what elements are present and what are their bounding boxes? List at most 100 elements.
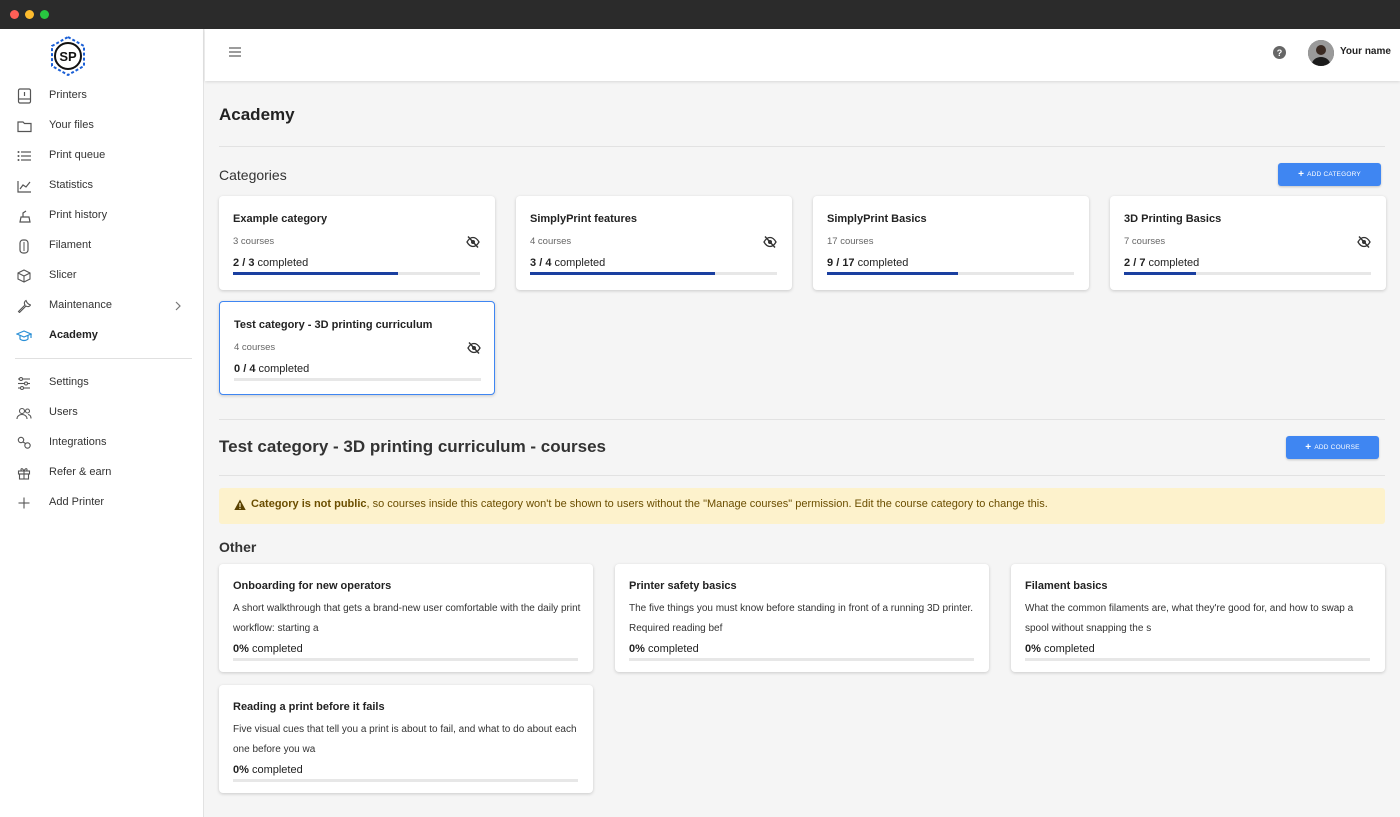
sidebar-item-filament[interactable]: Filament — [0, 231, 203, 261]
window-close-button[interactable] — [10, 10, 19, 19]
category-card[interactable]: SimplyPrint features 4 courses 3 / 4 com… — [516, 196, 792, 290]
progress-bar — [1025, 658, 1370, 661]
category-card-selected[interactable]: Test category - 3D printing curriculum 4… — [219, 301, 495, 395]
category-title: 3D Printing Basics — [1124, 213, 1222, 225]
plus-icon — [16, 495, 32, 511]
sidebar-item-academy[interactable]: Academy — [0, 321, 203, 351]
course-group-title: Other — [219, 539, 257, 555]
sidebar-divider — [15, 358, 192, 359]
menu-icon[interactable] — [228, 45, 242, 59]
chevron-right-icon — [175, 301, 181, 311]
category-title: SimplyPrint Basics — [827, 213, 927, 225]
sidebar-item-label: Refer & earn — [49, 466, 112, 478]
graduation-cap-icon — [16, 328, 32, 344]
course-progress-text: 0% completed — [1025, 643, 1095, 655]
category-progress-text: 3 / 4 completed — [530, 257, 606, 269]
sidebar-item-settings[interactable]: Settings — [0, 368, 203, 398]
eye-off-icon[interactable] — [763, 235, 777, 249]
progress-fill — [1124, 272, 1196, 275]
progress-bar — [827, 272, 1074, 275]
add-course-button[interactable]: + ADD COURSE — [1286, 436, 1379, 459]
category-card[interactable]: SimplyPrint Basics 17 courses 9 / 17 com… — [813, 196, 1089, 290]
sidebar-item-printers[interactable]: Printers — [0, 81, 203, 111]
sidebar-item-refer-earn[interactable]: Refer & earn — [0, 458, 203, 488]
top-bar: ? Your name — [205, 29, 1400, 81]
progress-bar — [530, 272, 777, 275]
sidebar-item-users[interactable]: Users — [0, 398, 203, 428]
eye-off-icon[interactable] — [467, 341, 481, 355]
warning-text: , so courses inside this category won't … — [366, 498, 1048, 510]
window-maximize-button[interactable] — [40, 10, 49, 19]
category-course-count: 7 courses — [1124, 236, 1166, 247]
sidebar-item-label: Print queue — [49, 149, 106, 161]
sliders-icon — [16, 375, 32, 391]
window-minimize-button[interactable] — [25, 10, 34, 19]
brand-logo[interactable]: SP — [48, 36, 88, 76]
sidebar-item-label: Slicer — [49, 269, 77, 281]
category-progress-text: 2 / 3 completed — [233, 257, 309, 269]
course-progress-text: 0% completed — [233, 764, 303, 776]
warning-alert: Category is not public, so courses insid… — [219, 488, 1385, 524]
window-titlebar — [0, 0, 1400, 29]
sidebar-item-your-files[interactable]: Your files — [0, 111, 203, 141]
sidebar-item-print-queue[interactable]: Print queue — [0, 141, 203, 171]
course-progress-text: 0% completed — [629, 643, 699, 655]
help-icon[interactable]: ? — [1273, 46, 1286, 59]
eye-off-icon[interactable] — [1357, 235, 1371, 249]
sidebar: SP Printers Your files Print queue Stati… — [0, 29, 204, 817]
course-description: A short walkthrough that gets a brand-ne… — [233, 603, 581, 634]
page-title: Academy — [219, 105, 295, 124]
category-course-count: 4 courses — [530, 236, 572, 247]
course-card[interactable]: Printer safety basics The five things yo… — [615, 564, 989, 672]
category-course-count: 3 courses — [233, 236, 275, 247]
category-card[interactable]: 3D Printing Basics 7 courses 2 / 7 compl… — [1110, 196, 1386, 290]
warning-icon — [234, 499, 246, 510]
warning-bold-text: Category is not public — [251, 498, 367, 510]
course-card[interactable]: Onboarding for new operators A short wal… — [219, 564, 593, 672]
divider — [219, 146, 1385, 147]
integrations-icon — [16, 435, 32, 451]
categories-title: Categories — [219, 167, 287, 183]
progress-bar — [233, 272, 480, 275]
course-card[interactable]: Reading a print before it fails Five vis… — [219, 685, 593, 793]
avatar[interactable] — [1308, 40, 1334, 66]
divider — [219, 475, 1385, 476]
progress-fill — [530, 272, 716, 275]
category-title: Example category — [233, 213, 328, 225]
sidebar-item-slicer[interactable]: Slicer — [0, 261, 203, 291]
progress-fill — [827, 272, 958, 275]
category-card[interactable]: Example category 3 courses 2 / 3 complet… — [219, 196, 495, 290]
progress-bar — [233, 779, 578, 782]
plus-icon: + — [1305, 442, 1312, 453]
course-title: Filament basics — [1025, 580, 1108, 592]
course-title: Onboarding for new operators — [233, 580, 392, 592]
divider — [219, 419, 1385, 420]
category-title: Test category - 3D printing curriculum — [234, 319, 433, 331]
category-progress-text: 2 / 7 completed — [1124, 257, 1200, 269]
eye-off-icon[interactable] — [466, 235, 480, 249]
sidebar-item-label: Integrations — [49, 436, 107, 448]
sidebar-item-label: Academy — [49, 329, 98, 341]
add-category-button[interactable]: + ADD CATEGORY — [1278, 163, 1381, 186]
course-card[interactable]: Filament basics What the common filament… — [1011, 564, 1385, 672]
sidebar-item-maintenance[interactable]: Maintenance — [0, 291, 203, 321]
sidebar-item-label: Add Printer — [49, 496, 105, 508]
course-progress-text: 0% completed — [233, 643, 303, 655]
sidebar-item-print-history[interactable]: Print history — [0, 201, 203, 231]
gift-icon — [16, 465, 32, 481]
sidebar-item-label: Statistics — [49, 179, 94, 191]
course-description: Five visual cues that tell you a print i… — [233, 724, 577, 755]
sidebar-item-label: Users — [49, 406, 78, 418]
progress-bar — [234, 378, 481, 381]
printer-icon — [16, 88, 32, 104]
add-course-label: ADD COURSE — [1314, 444, 1360, 451]
sidebar-item-add-printer[interactable]: Add Printer — [0, 488, 203, 518]
progress-bar — [629, 658, 974, 661]
category-progress-text: 0 / 4 completed — [234, 363, 310, 375]
user-name[interactable]: Your name — [1340, 46, 1391, 57]
courses-section-title: Test category - 3D printing curriculum -… — [219, 437, 606, 456]
sidebar-item-integrations[interactable]: Integrations — [0, 428, 203, 458]
sidebar-item-statistics[interactable]: Statistics — [0, 171, 203, 201]
course-description: What the common filaments are, what they… — [1025, 603, 1354, 634]
category-course-count: 4 courses — [234, 342, 276, 353]
